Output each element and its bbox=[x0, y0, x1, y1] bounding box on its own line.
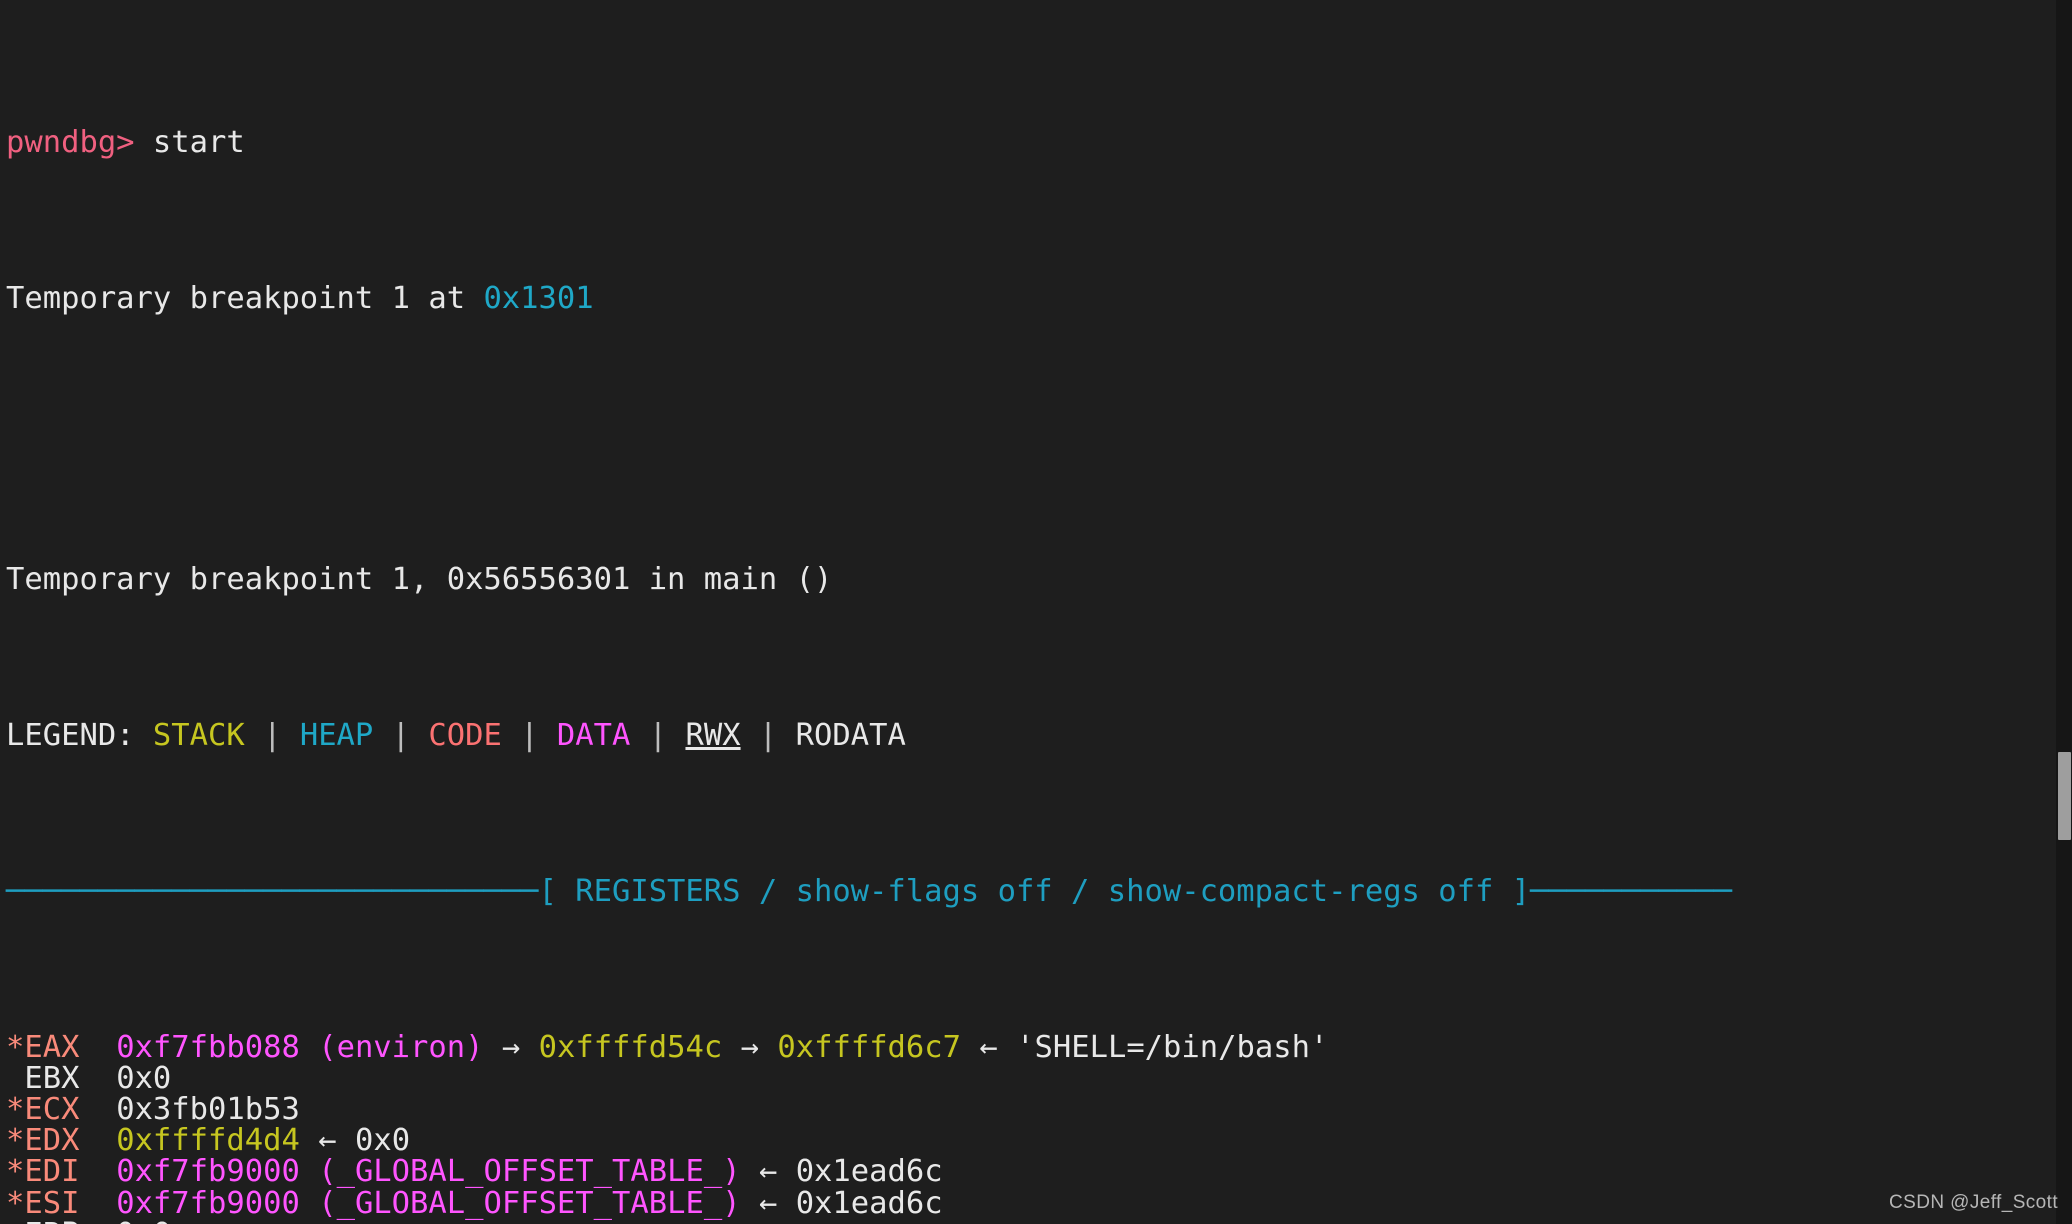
register-name: EBP bbox=[24, 1217, 97, 1224]
register-changed-marker bbox=[6, 1061, 24, 1096]
legend-data: DATA bbox=[556, 717, 631, 753]
registers-section-title: [ REGISTERS / show-flags off / show-comp… bbox=[538, 873, 1531, 909]
vertical-scrollbar-thumb[interactable] bbox=[2058, 752, 2071, 840]
section-rule-right: ─────────── bbox=[1530, 873, 1733, 909]
breakpoint-set-text: Temporary breakpoint 1 at bbox=[6, 280, 484, 316]
value: 0x1ead6c bbox=[795, 1185, 943, 1221]
legend-separator: | bbox=[740, 717, 796, 753]
register-changed-marker: * bbox=[6, 1123, 25, 1159]
string-literal: 'SHELL=/bin/bash' bbox=[1016, 1029, 1329, 1065]
register-row: EBX 0x0 bbox=[6, 1063, 2072, 1094]
legend-separator: | bbox=[501, 717, 557, 753]
register-name: ECX bbox=[24, 1091, 98, 1127]
legend-separator: | bbox=[244, 717, 300, 753]
register-row: *EDX 0xffffd4d4 ← 0x0 bbox=[6, 1125, 2072, 1156]
command-text bbox=[135, 125, 153, 160]
register-value: 0x3fb01b53 bbox=[116, 1091, 300, 1127]
register-value: 0x0 bbox=[116, 1060, 172, 1096]
shell-prompt: pwndbg> bbox=[6, 124, 135, 160]
register-symbol: (environ) bbox=[318, 1029, 484, 1065]
chain-arrow: ← bbox=[318, 1123, 337, 1159]
register-value: 0xf7fb9000 bbox=[116, 1154, 300, 1190]
register-value: 0xf7fbb088 bbox=[116, 1029, 300, 1065]
chain-arrow: ← bbox=[758, 1154, 778, 1190]
command-input[interactable]: start bbox=[153, 125, 245, 160]
chain-arrow: → bbox=[740, 1029, 759, 1065]
register-changed-marker: * bbox=[6, 1185, 25, 1221]
register-symbol: (_GLOBAL_OFFSET_TABLE_) bbox=[318, 1185, 741, 1221]
vertical-scrollbar-track[interactable] bbox=[2056, 0, 2072, 1224]
breakpoint-set-address: 0x1301 bbox=[483, 280, 594, 316]
register-changed-marker: * bbox=[6, 1091, 25, 1127]
breakpoint-set-line: Temporary breakpoint 1 at 0x1301 bbox=[6, 283, 2072, 314]
watermark: CSDN @Jeff_Scott bbox=[1889, 1191, 2058, 1213]
registers-block: *EAX 0xf7fbb088 (environ) → 0xffffd54c →… bbox=[6, 1032, 2072, 1224]
register-changed-marker: * bbox=[6, 1154, 25, 1190]
register-name: EDI bbox=[24, 1154, 98, 1190]
legend-separator: | bbox=[630, 717, 686, 753]
register-name: EDX bbox=[24, 1123, 98, 1159]
register-name: EBX bbox=[24, 1060, 98, 1096]
register-value: 0xf7fb9000 bbox=[116, 1185, 300, 1221]
command-line: pwndbg> start bbox=[6, 127, 2072, 158]
register-changed-marker: * bbox=[6, 1029, 25, 1065]
register-row: *EAX 0xf7fbb088 (environ) → 0xffffd54c →… bbox=[6, 1032, 2072, 1063]
register-changed-marker bbox=[6, 1217, 24, 1224]
address: 0xffffd6c7 bbox=[777, 1029, 962, 1065]
value: 0x1ead6c bbox=[795, 1154, 943, 1190]
chain-arrow: ← bbox=[758, 1185, 778, 1221]
legend-rodata: RODATA bbox=[795, 717, 906, 753]
chain-arrow: ← bbox=[979, 1029, 998, 1065]
register-name: EAX bbox=[24, 1029, 98, 1065]
register-row: *ECX 0x3fb01b53 bbox=[6, 1094, 2072, 1125]
register-symbol: (_GLOBAL_OFFSET_TABLE_) bbox=[318, 1154, 741, 1190]
breakpoint-hit-line: Temporary breakpoint 1, 0x56556301 in ma… bbox=[6, 561, 833, 597]
legend-label: LEGEND: bbox=[6, 717, 153, 753]
legend-heap: HEAP bbox=[299, 717, 374, 753]
address: 0xffffd54c bbox=[538, 1029, 723, 1065]
legend-stack: STACK bbox=[152, 717, 245, 753]
section-rule: ───────────────────────────── bbox=[6, 873, 539, 909]
terminal-screen[interactable]: pwndbg> start Temporary breakpoint 1 at … bbox=[0, 0, 2072, 1224]
registers-section-header: ─────────────────────────────[ REGISTERS… bbox=[6, 876, 2072, 907]
chain-arrow: → bbox=[501, 1029, 521, 1065]
legend-separator: | bbox=[373, 717, 429, 753]
register-value: 0xffffd4d4 bbox=[116, 1123, 300, 1159]
register-row: *EDI 0xf7fb9000 (_GLOBAL_OFFSET_TABLE_) … bbox=[6, 1156, 2072, 1187]
register-row: *ESI 0xf7fb9000 (_GLOBAL_OFFSET_TABLE_) … bbox=[6, 1185, 2072, 1221]
register-value: 0x0 bbox=[116, 1217, 171, 1224]
legend-line: LEGEND: STACK | HEAP | CODE | DATA | RWX… bbox=[6, 720, 2072, 751]
legend-code: CODE bbox=[428, 717, 502, 753]
register-name: ESI bbox=[24, 1185, 98, 1221]
value: 0x0 bbox=[354, 1123, 411, 1159]
legend-rwx: RWX bbox=[685, 717, 741, 753]
